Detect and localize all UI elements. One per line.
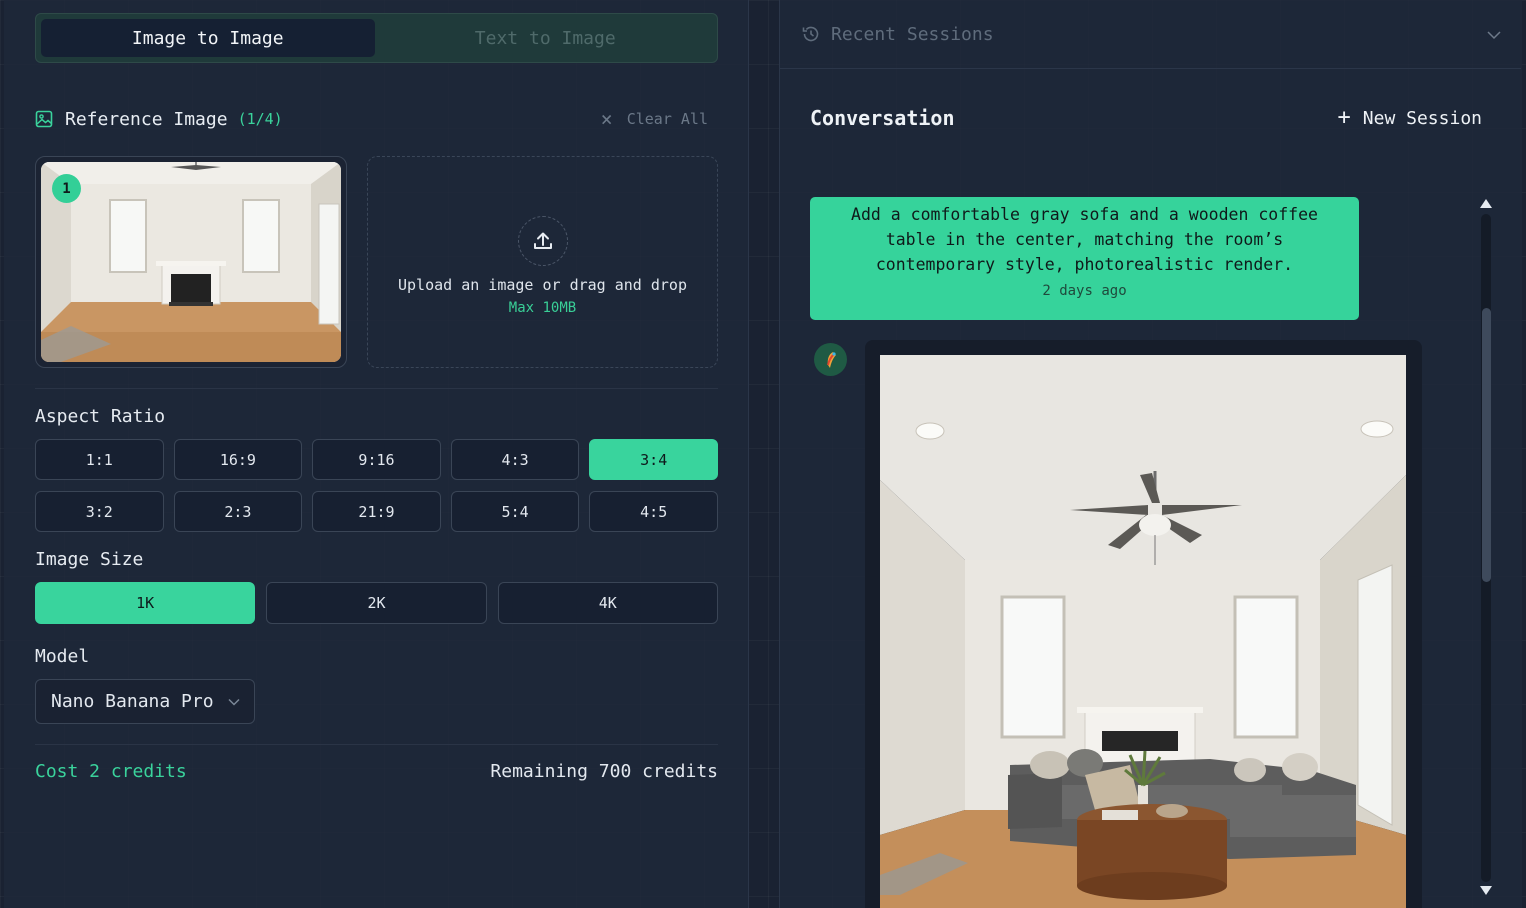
user-message-text: Add a comfortable gray sofa and a wooden…: [851, 205, 1318, 274]
recent-sessions-dropdown[interactable]: Recent Sessions: [780, 0, 1521, 69]
upload-size-limit: Max 10MB: [508, 300, 577, 316]
generated-living-room-image[interactable]: [880, 355, 1406, 908]
aspect-ratio-options: 1:1 16:9 9:16 4:3 3:4 3:2 2:3 21:9 5:4 4…: [35, 439, 718, 532]
close-icon: ×: [600, 107, 613, 131]
chevron-down-icon: [1487, 31, 1501, 40]
upload-instructions: Upload an image or drag and drop: [398, 276, 687, 294]
image-size-label: Image Size: [35, 549, 144, 570]
app-background: Image to Image Text to Image Reference I…: [0, 0, 1526, 908]
size-option[interactable]: 2K: [266, 582, 487, 624]
tab-text-to-image[interactable]: Text to Image: [379, 19, 713, 57]
conversation-scrollbar[interactable]: [1477, 198, 1495, 898]
ratio-option[interactable]: 21:9: [312, 491, 441, 532]
generated-image-card: [865, 340, 1422, 908]
remaining-credits: Remaining 700 credits: [490, 761, 718, 782]
empty-room-image: [41, 162, 341, 362]
recent-sessions-label: Recent Sessions: [831, 23, 994, 45]
reference-thumbnail[interactable]: 1: [35, 156, 347, 368]
clear-all-button[interactable]: × Clear All: [601, 107, 708, 131]
ratio-option[interactable]: 3:2: [35, 491, 164, 532]
scroll-down-icon[interactable]: [1479, 884, 1493, 896]
parrot-avatar-icon: [814, 343, 847, 376]
mode-tabs: Image to Image Text to Image: [35, 13, 718, 63]
thumbnail-number-badge: 1: [52, 174, 81, 203]
image-icon: [35, 110, 53, 128]
clear-all-label: Clear All: [626, 110, 708, 128]
tab-image-to-image[interactable]: Image to Image: [41, 19, 375, 57]
settings-panel: Image to Image Text to Image Reference I…: [4, 0, 749, 908]
image-size-options: 1K 2K 4K: [35, 582, 718, 624]
model-label: Model: [35, 646, 90, 667]
new-session-label: New Session: [1362, 107, 1482, 129]
ratio-option[interactable]: 9:16: [312, 439, 441, 480]
ratio-option[interactable]: 3:4: [589, 439, 718, 480]
new-session-button[interactable]: + New Session: [1338, 107, 1482, 129]
credits-row: Cost 2 credits Remaining 700 credits: [35, 761, 718, 782]
size-option[interactable]: 4K: [497, 582, 718, 624]
reference-image-count: (1/4): [237, 110, 283, 128]
scroll-thumb[interactable]: [1482, 308, 1491, 582]
reference-image-header: Reference Image (1/4) × Clear All: [35, 106, 718, 132]
size-option[interactable]: 1K: [35, 582, 256, 624]
model-select[interactable]: Nano Banana Pro: [35, 679, 255, 724]
history-icon: [802, 26, 819, 42]
conversation-title: Conversation: [810, 106, 955, 130]
scroll-up-icon[interactable]: [1479, 198, 1493, 210]
conversation-panel: Recent Sessions Conversation + New Sessi…: [779, 0, 1522, 908]
message-timestamp: 2 days ago: [1042, 283, 1127, 299]
divider: [35, 744, 718, 745]
cost-credits: Cost 2 credits: [35, 761, 187, 782]
divider: [35, 388, 718, 389]
upload-icon: [517, 216, 568, 266]
upload-dropzone[interactable]: Upload an image or drag and drop Max 10M…: [367, 156, 718, 368]
ratio-option[interactable]: 5:4: [450, 491, 580, 532]
ratio-option[interactable]: 2:3: [173, 491, 303, 532]
plus-icon: +: [1337, 105, 1351, 130]
ratio-option[interactable]: 4:3: [450, 439, 580, 480]
ratio-option[interactable]: 16:9: [173, 439, 303, 480]
reference-image-title: Reference Image: [65, 108, 228, 130]
ratio-option[interactable]: 4:5: [589, 491, 718, 532]
model-value: Nano Banana Pro: [51, 691, 214, 712]
user-message: Add a comfortable gray sofa and a wooden…: [810, 197, 1359, 320]
ratio-option[interactable]: 1:1: [35, 439, 164, 480]
aspect-ratio-label: Aspect Ratio: [35, 406, 166, 427]
chevron-down-icon: [228, 698, 240, 706]
